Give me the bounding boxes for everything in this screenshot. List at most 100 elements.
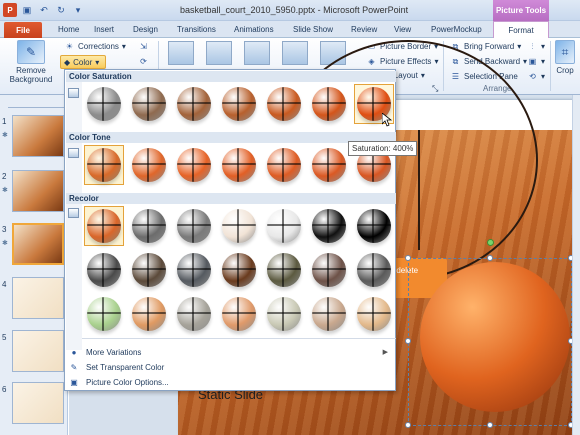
rotation-handle[interactable] (487, 239, 494, 246)
tab-review[interactable]: Review (351, 25, 377, 34)
saturation-swatch-3[interactable] (174, 84, 214, 124)
undo-icon[interactable]: ↶ (37, 3, 51, 17)
tone-swatch-3[interactable] (174, 145, 214, 185)
corrections-button[interactable]: ☀ Corrections ▾ (64, 41, 126, 52)
tab-transitions[interactable]: Transitions (177, 25, 216, 34)
saturation-swatch-2[interactable] (129, 84, 169, 124)
saturation-swatch-6[interactable] (309, 84, 349, 124)
resize-handle[interactable] (405, 255, 411, 261)
tab-file[interactable]: File (4, 22, 42, 38)
slide-thumbnail-2[interactable] (12, 170, 64, 212)
align-icon[interactable]: ⫶ ▾ (527, 41, 546, 52)
recolor-dark-swatch-5[interactable] (264, 250, 304, 290)
recolor-light-swatch-4[interactable] (219, 294, 259, 334)
tab-insert[interactable]: Insert (94, 25, 114, 34)
saturation-swatch-1[interactable] (84, 84, 124, 124)
resize-handle[interactable] (487, 255, 493, 261)
tone-swatch-1[interactable] (84, 145, 124, 185)
recolor-light-swatch-5[interactable] (264, 294, 304, 334)
slide-number: 3 (2, 225, 7, 234)
recolor-swatch-2[interactable] (129, 206, 169, 246)
recolor-swatch-6[interactable] (309, 206, 349, 246)
recolor-swatch-1[interactable] (84, 206, 124, 246)
group-icon[interactable]: ▣ ▾ (527, 56, 545, 67)
crop-icon: ⌗ (555, 40, 575, 64)
rotate-icon[interactable]: ⟲ ▾ (527, 71, 545, 82)
recolor-dark-swatch-6[interactable] (309, 250, 349, 290)
tab-view[interactable]: View (394, 25, 411, 34)
recolor-swatch-3[interactable] (174, 206, 214, 246)
picture-options-icon: ▣ (70, 377, 78, 387)
resize-handle[interactable] (405, 422, 411, 428)
picture-style-4[interactable] (282, 41, 308, 65)
recolor-dark-swatch-4[interactable] (219, 250, 259, 290)
recolor-light-swatch-3[interactable] (174, 294, 214, 334)
crop-label: Crop (556, 66, 574, 75)
picture-style-1[interactable] (168, 41, 194, 65)
resize-handle[interactable] (487, 422, 493, 428)
slide-thumbnail-5[interactable] (12, 330, 64, 372)
basketball-preview (87, 87, 121, 121)
powerpoint-app-icon[interactable]: P (3, 3, 17, 17)
tone-swatch-6[interactable] (309, 145, 349, 185)
save-icon[interactable]: ▣ (20, 3, 34, 17)
basketball-preview (222, 209, 256, 243)
redo-icon[interactable]: ↻ (54, 3, 68, 17)
basketball-preview (312, 253, 346, 287)
tab-slide-show[interactable]: Slide Show (293, 25, 333, 34)
change-picture-icon[interactable]: ⟳ (138, 56, 149, 67)
tab-format[interactable]: Format (493, 21, 549, 39)
picture-tools-header: Picture Tools (493, 0, 549, 21)
basketball-preview (177, 209, 211, 243)
recolor-swatch-5[interactable] (264, 206, 304, 246)
basketball-preview (177, 148, 211, 182)
saturation-swatch-5[interactable] (264, 84, 304, 124)
slide-thumbnail-4[interactable] (12, 277, 64, 319)
compress-pictures-icon[interactable]: ⇲ (138, 41, 149, 52)
slide-thumbnail-6[interactable] (12, 382, 64, 424)
recolor-light-swatch-6[interactable] (309, 294, 349, 334)
color-saturation-header: Color Saturation (66, 71, 396, 82)
recolor-light-swatch-2[interactable] (129, 294, 169, 334)
more-variations-label: More Variations (86, 347, 142, 357)
recolor-swatch-7[interactable] (354, 206, 394, 246)
recolor-light-swatch-7[interactable] (354, 294, 394, 334)
quick-access-toolbar: P ▣ ↶ ↻ ▾ (3, 3, 85, 17)
recolor-header: Recolor (66, 193, 396, 204)
picture-style-3[interactable] (244, 41, 270, 65)
saturation-swatch-4[interactable] (219, 84, 259, 124)
vertical-scrollbar[interactable] (572, 95, 580, 435)
basketball-preview (267, 148, 301, 182)
recolor-dark-swatch-2[interactable] (129, 250, 169, 290)
recolor-light-swatch-1[interactable] (84, 294, 124, 334)
customize-qat-icon[interactable]: ▾ (71, 3, 85, 17)
set-transparent-color-item[interactable]: ✎ Set Transparent Color (66, 360, 396, 374)
saturation-tooltip: Saturation: 400% (348, 141, 418, 156)
transition-star-icon: ✱ (2, 132, 8, 139)
recolor-swatch-4[interactable] (219, 206, 259, 246)
transition-star-icon: ✱ (2, 240, 8, 247)
resize-handle[interactable] (405, 338, 411, 344)
tone-swatch-4[interactable] (219, 145, 259, 185)
slide-thumbnail-1[interactable] (12, 115, 64, 157)
basketball-preview (132, 297, 166, 331)
tab-design[interactable]: Design (133, 25, 158, 34)
recolor-dark-swatch-7[interactable] (354, 250, 394, 290)
tab-powermockup[interactable]: PowerMockup (431, 25, 482, 34)
menu-separator (82, 338, 396, 339)
more-variations-item[interactable]: ● More Variations ▶ (66, 345, 396, 359)
crop-button[interactable]: ⌗ Crop (552, 40, 578, 75)
slide-thumbnail-3[interactable] (12, 223, 64, 265)
picture-style-2[interactable] (206, 41, 232, 65)
recolor-dark-swatch-3[interactable] (174, 250, 214, 290)
picture-color-options-item[interactable]: ▣ Picture Color Options... (66, 375, 396, 389)
panel-tabs[interactable] (8, 99, 64, 108)
recolor-dark-swatch-1[interactable] (84, 250, 124, 290)
tone-swatch-5[interactable] (264, 145, 304, 185)
color-button[interactable]: ◆ Color ▾ (60, 55, 106, 69)
tab-animations[interactable]: Animations (234, 25, 274, 34)
tone-swatch-2[interactable] (129, 145, 169, 185)
remove-background-button[interactable]: ✎ Remove Background (6, 40, 56, 84)
tab-home[interactable]: Home (58, 25, 79, 34)
color-gallery-dropdown: Color Saturation Color Tone Recolor ● Mo… (64, 69, 396, 391)
